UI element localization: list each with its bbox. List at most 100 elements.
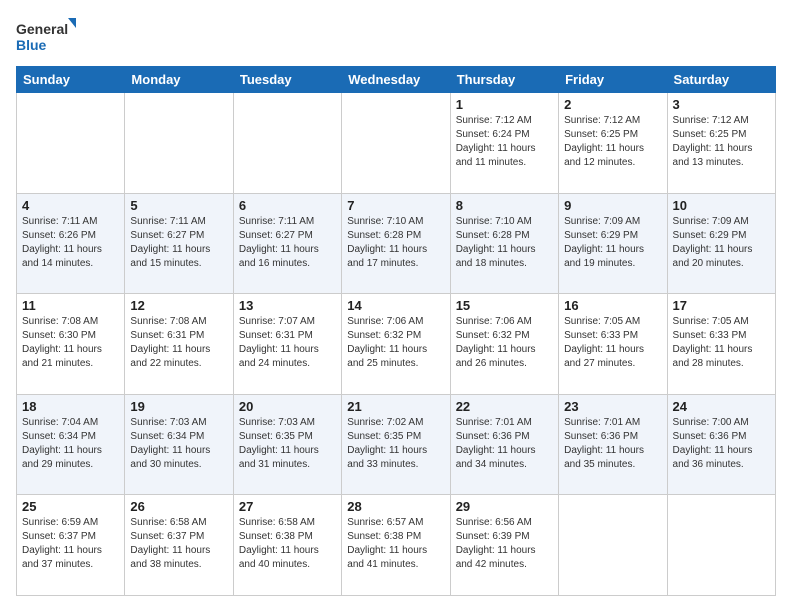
weekday-header: Saturday	[667, 67, 775, 93]
calendar-cell: 16Sunrise: 7:05 AM Sunset: 6:33 PM Dayli…	[559, 294, 667, 395]
day-number: 25	[22, 499, 119, 514]
day-info: Sunrise: 7:03 AM Sunset: 6:34 PM Dayligh…	[130, 416, 227, 472]
day-info: Sunrise: 7:02 AM Sunset: 6:35 PM Dayligh…	[347, 416, 444, 472]
calendar-week-row: 11 Sunrise: 7:08 AM Sunset: 6:30 PM Dayli…	[17, 294, 776, 395]
day-number: 2	[564, 97, 661, 112]
calendar-cell	[559, 495, 667, 596]
calendar-cell: 3 Sunrise: 7:12 AM Sunset: 6:25 PM Daylig…	[667, 93, 775, 194]
calendar-cell: 5 Sunrise: 7:11 AM Sunset: 6:27 PM Daylig…	[125, 193, 233, 294]
svg-text:General: General	[16, 21, 68, 37]
day-number: 1	[456, 97, 553, 112]
calendar-cell: 15 Sunrise: 7:06 AM Sunset: 6:32 PM Dayli…	[450, 294, 558, 395]
day-info: Sunrise: 7:00 AM Sunset: 6:36 PM Dayligh…	[673, 416, 770, 472]
calendar-cell: 28 Sunrise: 6:57 AM Sunset: 6:38 PM Dayli…	[342, 495, 450, 596]
calendar-cell: 8 Sunrise: 7:10 AM Sunset: 6:28 PM Daylig…	[450, 193, 558, 294]
calendar-cell: 9 Sunrise: 7:09 AM Sunset: 6:29 PM Daylig…	[559, 193, 667, 294]
calendar-cell: 10 Sunrise: 7:09 AM Sunset: 6:29 PM Dayli…	[667, 193, 775, 294]
header: General Blue	[16, 16, 776, 56]
day-info: Sunrise: 6:58 AM Sunset: 6:38 PM Dayligh…	[239, 516, 336, 572]
day-info: Sunrise: 7:05 AM Sunset: 6:33 PM Dayligh…	[673, 315, 770, 371]
day-number: 8	[456, 198, 553, 213]
day-number: 3	[673, 97, 770, 112]
day-number: 7	[347, 198, 444, 213]
day-info: Sunrise: 6:56 AM Sunset: 6:39 PM Dayligh…	[456, 516, 553, 572]
weekday-header: Monday	[125, 67, 233, 93]
day-number: 5	[130, 198, 227, 213]
day-info: Sunrise: 7:06 AM Sunset: 6:32 PM Dayligh…	[347, 315, 444, 371]
day-number: 24	[673, 399, 770, 414]
calendar-cell: 4Sunrise: 7:11 AM Sunset: 6:26 PM Daylig…	[17, 193, 125, 294]
day-info: Sunrise: 7:12 AM Sunset: 6:25 PM Dayligh…	[564, 114, 661, 170]
day-number: 12	[130, 298, 227, 313]
day-number: 9	[564, 198, 661, 213]
day-info: Sunrise: 7:08 AM Sunset: 6:31 PM Dayligh…	[130, 315, 227, 371]
logo: General Blue	[16, 16, 76, 56]
calendar-cell: 24 Sunrise: 7:00 AM Sunset: 6:36 PM Dayli…	[667, 394, 775, 495]
day-number: 10	[673, 198, 770, 213]
weekday-header: Thursday	[450, 67, 558, 93]
page: General Blue SundayMondayTuesdayWednesda…	[0, 0, 792, 612]
calendar-cell: 22Sunrise: 7:01 AM Sunset: 6:36 PM Dayli…	[450, 394, 558, 495]
calendar-cell: 18 Sunrise: 7:04 AM Sunset: 6:34 PM Dayli…	[17, 394, 125, 495]
day-info: Sunrise: 7:06 AM Sunset: 6:32 PM Dayligh…	[456, 315, 553, 371]
generalblue-logo-icon: General Blue	[16, 16, 76, 56]
day-info: Sunrise: 7:12 AM Sunset: 6:25 PM Dayligh…	[673, 114, 770, 170]
day-number: 28	[347, 499, 444, 514]
day-number: 18	[22, 399, 119, 414]
day-number: 27	[239, 499, 336, 514]
day-info: Sunrise: 7:04 AM Sunset: 6:34 PM Dayligh…	[22, 416, 119, 472]
calendar-cell	[233, 93, 341, 194]
day-number: 17	[673, 298, 770, 313]
calendar-cell: 13 Sunrise: 7:07 AM Sunset: 6:31 PM Dayli…	[233, 294, 341, 395]
calendar-week-row: 1 Sunrise: 7:12 AM Sunset: 6:24 PM Daylig…	[17, 93, 776, 194]
day-info: Sunrise: 7:09 AM Sunset: 6:29 PM Dayligh…	[564, 215, 661, 271]
calendar-cell	[667, 495, 775, 596]
day-info: Sunrise: 7:05 AM Sunset: 6:33 PM Dayligh…	[564, 315, 661, 371]
day-info: Sunrise: 7:07 AM Sunset: 6:31 PM Dayligh…	[239, 315, 336, 371]
calendar-cell: 17 Sunrise: 7:05 AM Sunset: 6:33 PM Dayli…	[667, 294, 775, 395]
calendar-week-row: 18 Sunrise: 7:04 AM Sunset: 6:34 PM Dayli…	[17, 394, 776, 495]
day-info: Sunrise: 7:11 AM Sunset: 6:27 PM Dayligh…	[130, 215, 227, 271]
day-info: Sunrise: 6:59 AM Sunset: 6:37 PM Dayligh…	[22, 516, 119, 572]
calendar-cell: 20Sunrise: 7:03 AM Sunset: 6:35 PM Dayli…	[233, 394, 341, 495]
calendar-cell: 12 Sunrise: 7:08 AM Sunset: 6:31 PM Dayli…	[125, 294, 233, 395]
calendar-header-row: SundayMondayTuesdayWednesdayThursdayFrid…	[17, 67, 776, 93]
day-number: 21	[347, 399, 444, 414]
day-number: 23	[564, 399, 661, 414]
day-number: 6	[239, 198, 336, 213]
day-number: 15	[456, 298, 553, 313]
weekday-header: Tuesday	[233, 67, 341, 93]
calendar-cell: 2 Sunrise: 7:12 AM Sunset: 6:25 PM Daylig…	[559, 93, 667, 194]
calendar-cell: 25 Sunrise: 6:59 AM Sunset: 6:37 PM Dayli…	[17, 495, 125, 596]
day-info: Sunrise: 7:10 AM Sunset: 6:28 PM Dayligh…	[456, 215, 553, 271]
weekday-header: Friday	[559, 67, 667, 93]
day-number: 26	[130, 499, 227, 514]
calendar-cell: 23 Sunrise: 7:01 AM Sunset: 6:36 PM Dayli…	[559, 394, 667, 495]
day-info: Sunrise: 7:11 AM Sunset: 6:27 PM Dayligh…	[239, 215, 336, 271]
day-info: Sunrise: 7:01 AM Sunset: 6:36 PM Dayligh…	[564, 416, 661, 472]
day-info: Sunrise: 7:09 AM Sunset: 6:29 PM Dayligh…	[673, 215, 770, 271]
day-number: 19	[130, 399, 227, 414]
calendar-cell	[17, 93, 125, 194]
day-info: Sunrise: 6:58 AM Sunset: 6:37 PM Dayligh…	[130, 516, 227, 572]
calendar-week-row: 25 Sunrise: 6:59 AM Sunset: 6:37 PM Dayli…	[17, 495, 776, 596]
day-info: Sunrise: 7:08 AM Sunset: 6:30 PM Dayligh…	[22, 315, 119, 371]
calendar-cell	[342, 93, 450, 194]
calendar-cell: 26 Sunrise: 6:58 AM Sunset: 6:37 PM Dayli…	[125, 495, 233, 596]
calendar-cell: 11 Sunrise: 7:08 AM Sunset: 6:30 PM Dayli…	[17, 294, 125, 395]
day-info: Sunrise: 7:11 AM Sunset: 6:26 PM Dayligh…	[22, 215, 119, 271]
calendar-cell: 1 Sunrise: 7:12 AM Sunset: 6:24 PM Daylig…	[450, 93, 558, 194]
day-info: Sunrise: 7:03 AM Sunset: 6:35 PM Dayligh…	[239, 416, 336, 472]
day-info: Sunrise: 6:57 AM Sunset: 6:38 PM Dayligh…	[347, 516, 444, 572]
day-info: Sunrise: 7:12 AM Sunset: 6:24 PM Dayligh…	[456, 114, 553, 170]
day-number: 11	[22, 298, 119, 313]
calendar-week-row: 4Sunrise: 7:11 AM Sunset: 6:26 PM Daylig…	[17, 193, 776, 294]
calendar-cell: 7Sunrise: 7:10 AM Sunset: 6:28 PM Daylig…	[342, 193, 450, 294]
weekday-header: Sunday	[17, 67, 125, 93]
calendar-cell: 6 Sunrise: 7:11 AM Sunset: 6:27 PM Daylig…	[233, 193, 341, 294]
day-number: 13	[239, 298, 336, 313]
calendar-cell	[125, 93, 233, 194]
day-info: Sunrise: 7:01 AM Sunset: 6:36 PM Dayligh…	[456, 416, 553, 472]
calendar-cell: 14Sunrise: 7:06 AM Sunset: 6:32 PM Dayli…	[342, 294, 450, 395]
svg-text:Blue: Blue	[16, 37, 47, 53]
